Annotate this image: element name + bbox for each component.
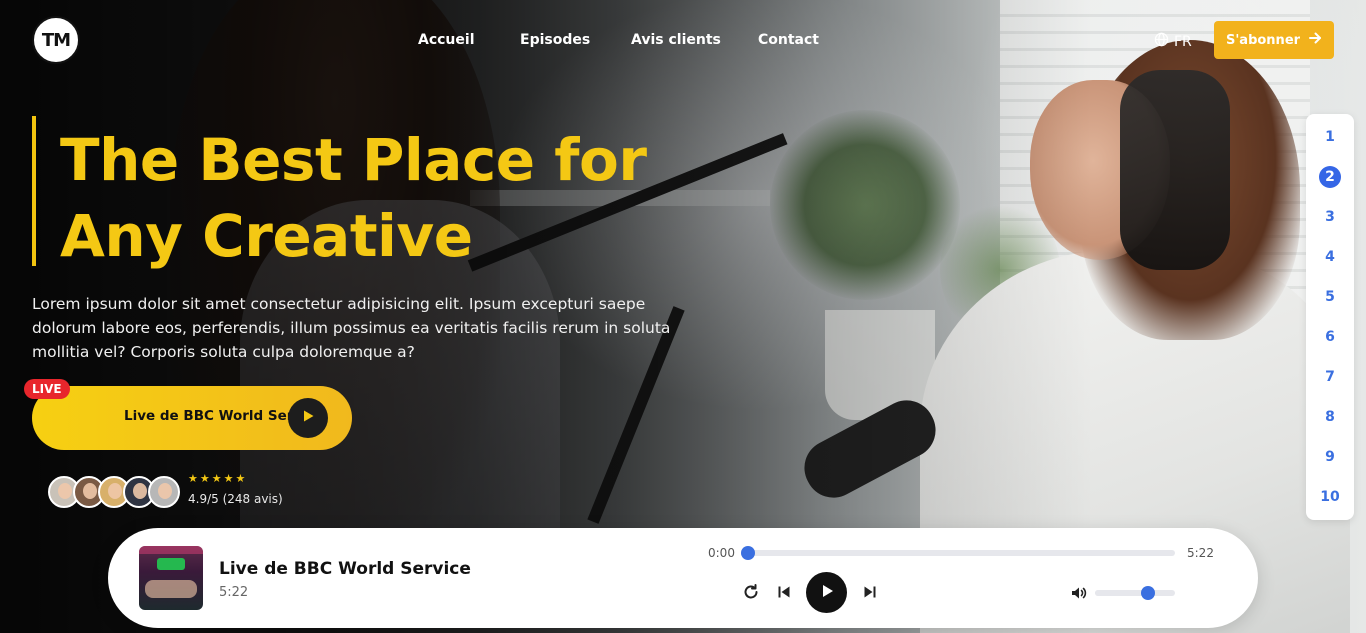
rating-stars: ★★★★★ xyxy=(188,473,248,485)
episode-number-3[interactable]: 3 xyxy=(1319,206,1341,228)
reviewer-avatars xyxy=(48,476,180,508)
hero-title-line-1: The Best Place for xyxy=(60,126,647,194)
play-icon xyxy=(301,409,315,428)
episode-number-1[interactable]: 1 xyxy=(1319,126,1341,148)
hero-description: Lorem ipsum dolor sit amet consectetur a… xyxy=(32,295,671,361)
track-title: Live de BBC World Service xyxy=(219,559,471,579)
episode-number-2[interactable]: 2 xyxy=(1319,166,1341,188)
nav-link-episodes[interactable]: Episodes xyxy=(520,32,590,48)
progress-bar[interactable] xyxy=(741,546,1175,560)
title-accent-bar xyxy=(32,116,36,266)
play-icon xyxy=(819,583,835,602)
episode-number-6[interactable]: 6 xyxy=(1319,326,1341,348)
current-time: 0:00 xyxy=(708,546,735,560)
live-stream-button[interactable]: Live de BBC World Serv... xyxy=(32,386,352,450)
globe-icon xyxy=(1154,32,1169,51)
audio-player: Live de BBC World Service 5:22 0:00 5:22 xyxy=(108,528,1258,628)
volume-slider[interactable] xyxy=(1095,586,1175,600)
replay-button[interactable] xyxy=(740,582,762,604)
total-time: 5:22 xyxy=(1187,546,1214,560)
skip-previous-icon xyxy=(777,585,791,602)
play-button[interactable] xyxy=(806,572,847,613)
episode-number-9[interactable]: 9 xyxy=(1319,446,1341,468)
nav-link-contact[interactable]: Contact xyxy=(758,32,819,48)
episode-number-7[interactable]: 7 xyxy=(1319,366,1341,388)
episode-number-5[interactable]: 5 xyxy=(1319,286,1341,308)
episode-number-4[interactable]: 4 xyxy=(1319,246,1341,268)
rating-text: 4.9/5 (248 avis) xyxy=(188,492,283,506)
skip-next-icon xyxy=(863,585,877,602)
subscribe-button[interactable]: S'abonner xyxy=(1214,21,1334,59)
live-play-button[interactable] xyxy=(288,398,328,438)
previous-button[interactable] xyxy=(774,583,794,603)
volume-handle[interactable] xyxy=(1140,586,1155,600)
subscribe-label: S'abonner xyxy=(1225,32,1301,48)
track-thumbnail xyxy=(139,546,203,610)
progress-handle[interactable] xyxy=(741,546,755,560)
volume-fill xyxy=(1095,590,1148,596)
replay-icon xyxy=(742,583,760,604)
next-button[interactable] xyxy=(860,583,880,603)
hero-title-line-2: Any Creative xyxy=(60,202,473,270)
language-switcher[interactable]: FR xyxy=(1154,32,1192,51)
site-logo[interactable]: TM xyxy=(32,16,80,64)
language-label: FR xyxy=(1174,33,1192,50)
track-duration: 5:22 xyxy=(219,585,249,600)
avatar xyxy=(148,476,180,508)
episode-number-8[interactable]: 8 xyxy=(1319,406,1341,428)
episode-index: 1 2 3 4 5 6 7 8 9 10 xyxy=(1306,114,1354,520)
volume-icon[interactable] xyxy=(1070,584,1088,602)
nav-link-accueil[interactable]: Accueil xyxy=(418,32,475,48)
arrow-right-icon xyxy=(1308,31,1322,49)
nav-link-avis-clients[interactable]: Avis clients xyxy=(631,32,721,48)
logo-text: TM xyxy=(41,29,71,51)
hero-title: The Best Place for Any Creative xyxy=(60,122,680,274)
episode-number-10[interactable]: 10 xyxy=(1317,486,1343,508)
live-badge: LIVE xyxy=(24,379,70,399)
